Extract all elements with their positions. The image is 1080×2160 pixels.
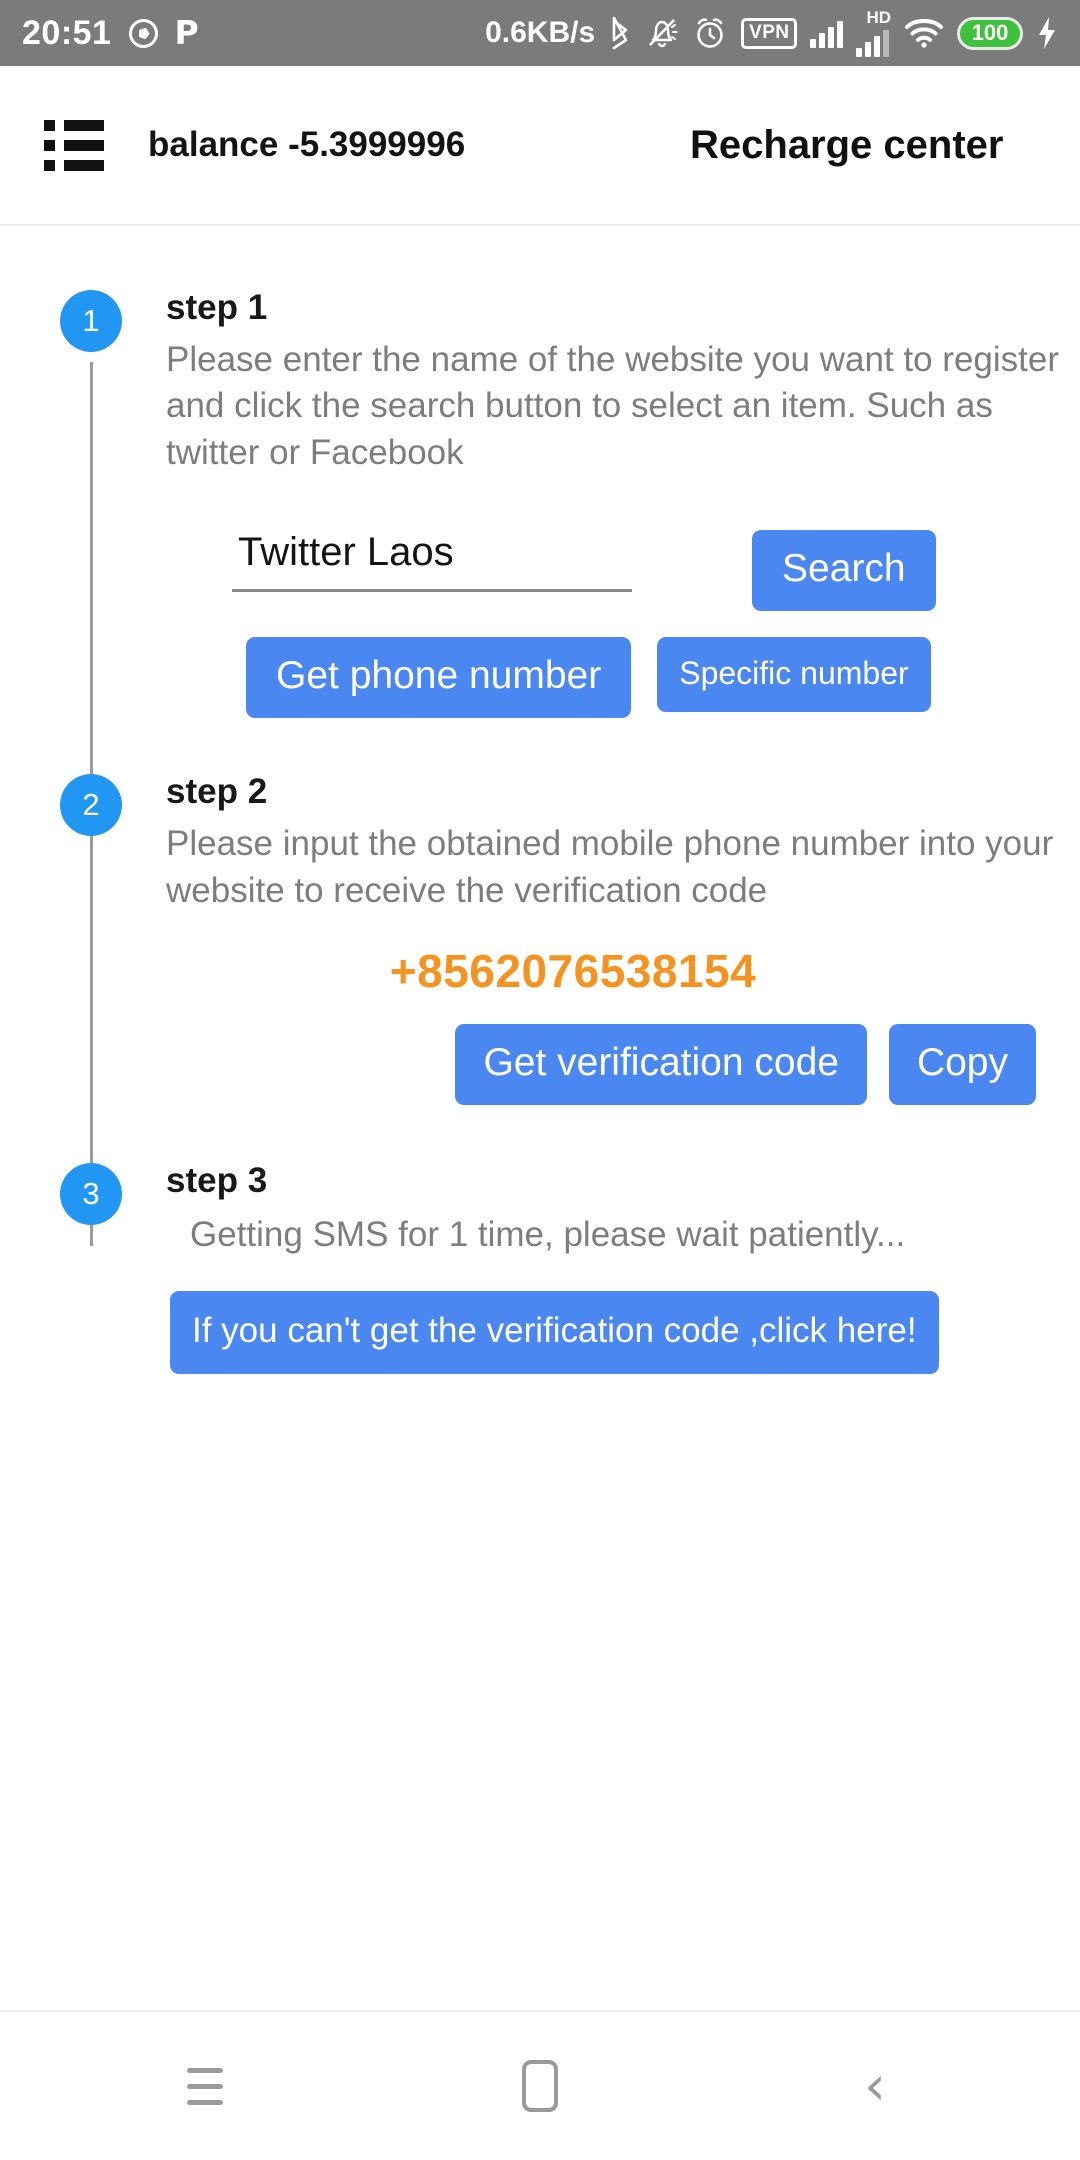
android-nav-bar: ‹ bbox=[0, 2010, 1080, 2160]
step-1-badge: 1 bbox=[60, 290, 122, 352]
recents-icon bbox=[187, 2067, 223, 2105]
status-time: 20:51 bbox=[22, 13, 112, 52]
signal-bars-secondary bbox=[856, 27, 890, 57]
specific-number-button[interactable]: Specific number bbox=[657, 637, 931, 713]
cannot-get-code-button[interactable]: If you can't get the verification code ,… bbox=[170, 1291, 939, 1375]
step-3-section: 3 step 3 Getting SMS for 1 time, please … bbox=[0, 1161, 1080, 1375]
list-menu-row bbox=[44, 159, 104, 171]
step-2-button-row: Get verification code Copy bbox=[166, 1024, 1080, 1106]
step-1-title: step 1 bbox=[166, 288, 268, 327]
hd-label: HD bbox=[866, 8, 891, 27]
step-2-description: Please input the obtained mobile phone n… bbox=[166, 824, 1054, 910]
step-3-badge: 3 bbox=[60, 1163, 122, 1226]
home-icon bbox=[522, 2060, 558, 2112]
soccer-ball-icon bbox=[129, 18, 159, 48]
balance-label: balance -5.3999996 bbox=[148, 125, 466, 164]
phone-number-value: +8562076538154 bbox=[389, 945, 757, 998]
get-verification-code-button[interactable]: Get verification code bbox=[455, 1024, 867, 1106]
step-2-badge: 2 bbox=[60, 774, 122, 837]
main-content: 1 step 1 Please enter the name of the we… bbox=[0, 228, 1080, 1375]
list-line bbox=[64, 139, 104, 151]
step-2-section: 2 step 2 Please input the obtained mobil… bbox=[0, 772, 1080, 1247]
signal-bars-icon bbox=[810, 18, 844, 48]
list-menu-row bbox=[44, 119, 104, 131]
recents-button[interactable] bbox=[145, 2041, 265, 2131]
get-phone-number-button[interactable]: Get phone number bbox=[246, 637, 632, 719]
search-button[interactable]: Search bbox=[752, 530, 936, 612]
charging-bolt-icon bbox=[1036, 16, 1058, 50]
list-menu-icon[interactable] bbox=[44, 119, 104, 171]
battery-icon: 100 bbox=[957, 16, 1023, 50]
vpn-badge-icon: VPN bbox=[741, 17, 798, 49]
search-input[interactable] bbox=[232, 530, 632, 593]
alarm-clock-icon bbox=[692, 15, 728, 51]
step-3-description: Getting SMS for 1 time, please wait pati… bbox=[190, 1214, 906, 1254]
bluetooth-icon bbox=[608, 16, 632, 50]
copy-button[interactable]: Copy bbox=[888, 1024, 1036, 1106]
signal-bars-hd-icon: HD bbox=[856, 9, 891, 57]
battery-level-label: 100 bbox=[971, 20, 1009, 45]
list-bullet bbox=[44, 119, 55, 131]
page-title: Recharge center bbox=[690, 122, 1004, 167]
app-bar: balance -5.3999996 Recharge center bbox=[0, 66, 1080, 226]
list-bullet bbox=[44, 159, 55, 171]
network-speed-label: 0.6KB/s bbox=[485, 16, 596, 49]
status-bar: 20:51 P 0.6KB/s VPN HD 100 bbox=[0, 0, 1080, 66]
p-app-icon: P bbox=[174, 13, 199, 53]
step-3-title: step 3 bbox=[166, 1161, 268, 1201]
back-button[interactable]: ‹ bbox=[815, 2041, 935, 2131]
search-row: Search bbox=[166, 530, 1080, 612]
list-bullet bbox=[44, 139, 55, 151]
back-icon: ‹ bbox=[864, 2054, 886, 2117]
phone-screen: 20:51 P 0.6KB/s VPN HD 100 balance -5.39… bbox=[0, 0, 1080, 2160]
wifi-icon bbox=[904, 17, 944, 49]
home-button[interactable] bbox=[480, 2041, 600, 2131]
bell-muted-icon bbox=[645, 16, 679, 50]
step-1-section: 1 step 1 Please enter the name of the we… bbox=[0, 288, 1080, 902]
status-left-icons: P bbox=[129, 13, 199, 53]
step-1-description: Please enter the name of the website you… bbox=[166, 339, 1060, 472]
list-line bbox=[64, 159, 104, 171]
status-right-icons: 0.6KB/s VPN HD 100 bbox=[485, 9, 1058, 57]
step-2-title: step 2 bbox=[166, 772, 268, 812]
list-menu-row bbox=[44, 139, 104, 151]
list-line bbox=[64, 119, 104, 131]
step-1-button-row: Get phone number Specific number bbox=[166, 637, 1080, 719]
